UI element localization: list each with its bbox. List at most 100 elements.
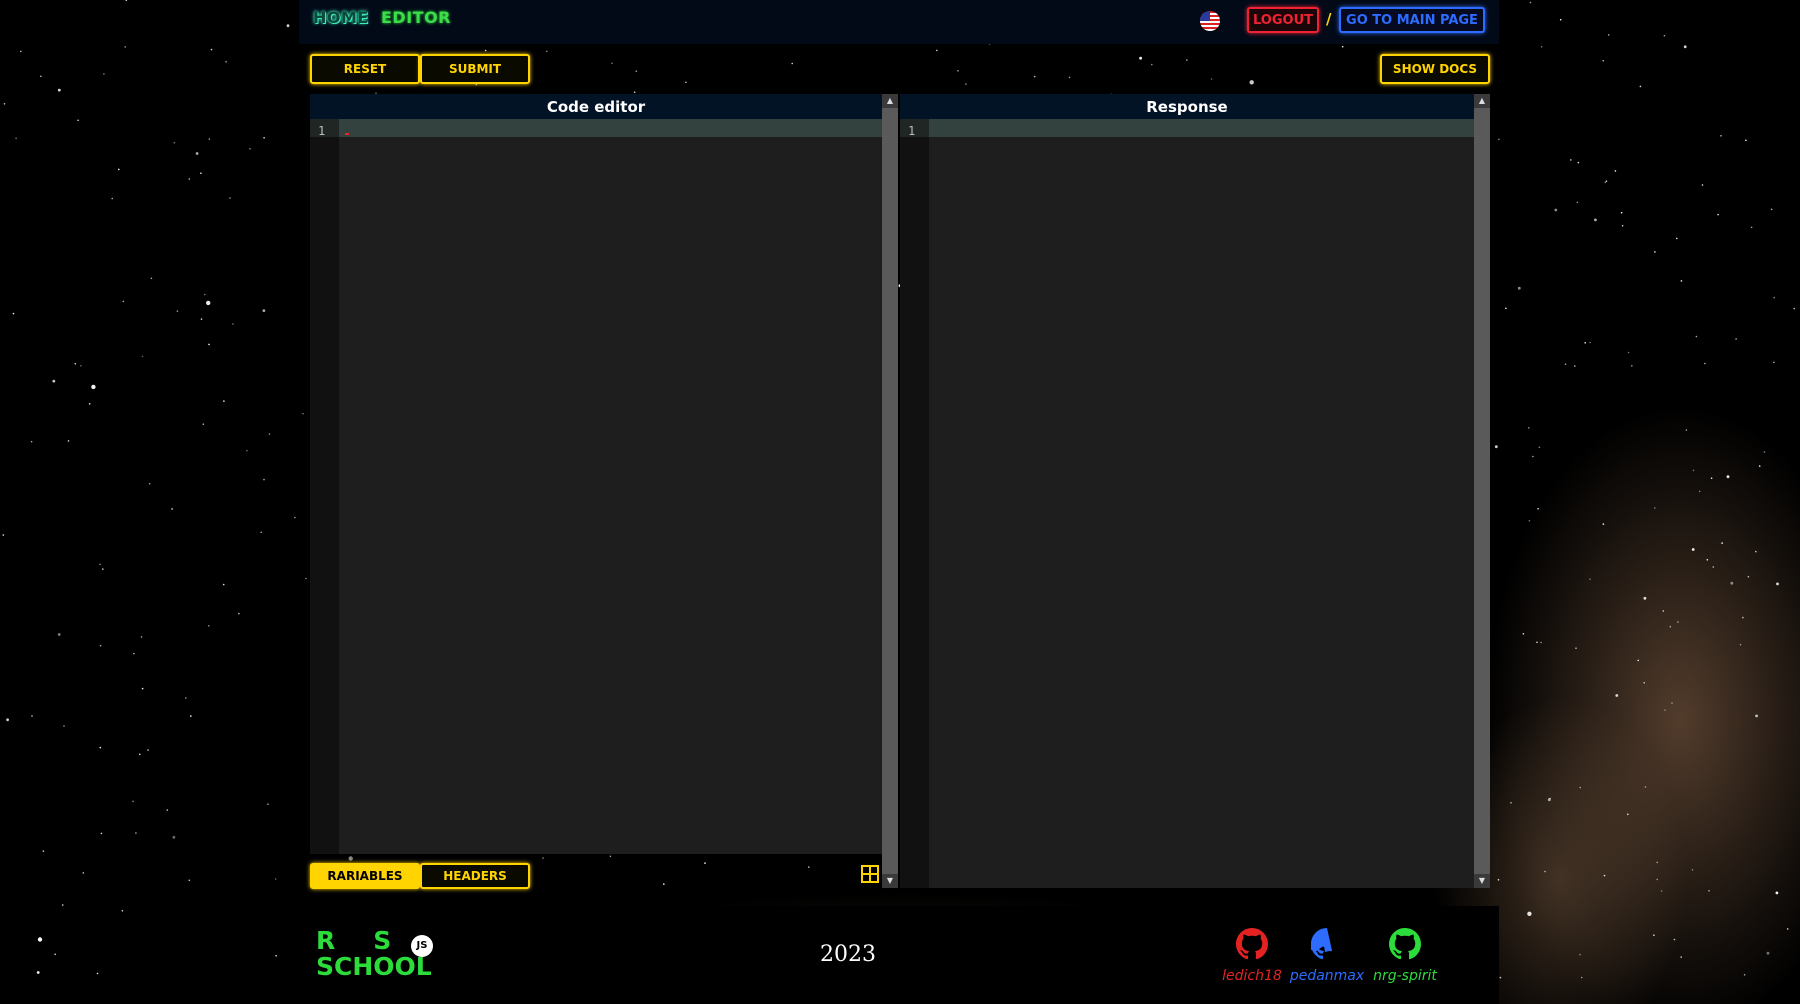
star [1706, 559, 1709, 561]
editor-active-line[interactable] [339, 119, 882, 137]
star [1692, 469, 1695, 472]
nav-editor-link[interactable]: Editor [381, 8, 451, 27]
star [249, 148, 251, 150]
rs-school-logo[interactable]: RS SCHOOL JS [316, 928, 446, 984]
github-icon [1389, 928, 1421, 960]
star [1721, 542, 1723, 544]
star [1712, 566, 1715, 568]
star [148, 482, 151, 485]
headers-tab[interactable]: Headers [420, 863, 530, 889]
star [207, 625, 210, 627]
code-editor-panel[interactable]: Code editor 1 ▲ [310, 94, 898, 854]
star [1549, 797, 1551, 800]
author-name-nrg-spirit[interactable]: nrg-spirit [1365, 968, 1445, 984]
star [40, 75, 42, 78]
response-scrollbar[interactable]: ▲ ▼ [1474, 94, 1490, 888]
star [188, 879, 191, 882]
editor-scrollbar[interactable]: ▲ [882, 94, 898, 854]
star [20, 50, 22, 53]
response-title: Response [900, 94, 1474, 119]
star [1615, 694, 1619, 697]
github-icon-path [1236, 928, 1268, 960]
star [135, 832, 137, 834]
star [1574, 365, 1576, 367]
scroll-up-arrow-icon[interactable]: ▲ [882, 94, 898, 108]
show-docs-button[interactable]: Show docs [1380, 54, 1490, 84]
scroll-down-arrow-icon[interactable]: ▼ [882, 874, 898, 888]
submit-button[interactable]: Submit [420, 54, 530, 84]
response-scroll-up-icon[interactable]: ▲ [1474, 94, 1490, 108]
star [124, 46, 126, 48]
star [63, 725, 65, 727]
star [238, 612, 240, 615]
star [1654, 251, 1656, 253]
star [57, 88, 61, 92]
star [268, 433, 271, 435]
star [1758, 465, 1761, 467]
star [1654, 507, 1656, 509]
star [246, 449, 248, 452]
response-scroll-down-icon[interactable]: ▼ [1474, 874, 1490, 888]
star [1605, 180, 1608, 182]
star [1653, 934, 1655, 936]
star [1576, 201, 1579, 204]
github-link-nrg-spirit[interactable]: nrg-spirit [1365, 928, 1445, 984]
star [67, 440, 70, 442]
star [1529, 1, 1532, 4]
star [99, 644, 102, 647]
star [1680, 956, 1682, 958]
author-name-ledich18[interactable]: ledich18 [1212, 968, 1292, 984]
star [1554, 208, 1558, 212]
star [275, 955, 277, 957]
star [1673, 938, 1676, 941]
response-gutter [900, 119, 929, 888]
star [1773, 361, 1775, 364]
star [1747, 575, 1750, 578]
go-to-main-page-button[interactable]: Go to main page [1339, 7, 1485, 33]
variables-tab[interactable]: Rariables [310, 863, 420, 889]
star [1743, 974, 1746, 976]
star [1602, 60, 1604, 62]
star [1577, 161, 1580, 164]
star [1584, 342, 1586, 344]
editor-scrollbar-bottom[interactable]: ▼ [882, 854, 898, 888]
editor-cursor [345, 133, 349, 135]
star [103, 73, 105, 75]
star [1656, 878, 1658, 881]
star [1717, 213, 1719, 216]
star [1536, 641, 1538, 644]
star [61, 904, 64, 906]
star [1663, 34, 1666, 37]
star [1627, 351, 1630, 354]
star [54, 953, 56, 956]
star [1589, 578, 1591, 580]
github-link-pedanmax[interactable]: pedanmax [1287, 928, 1367, 984]
star [150, 277, 153, 280]
star [190, 715, 192, 717]
star [1677, 621, 1679, 623]
star [1594, 218, 1597, 222]
author-name-pedanmax[interactable]: pedanmax [1287, 968, 1367, 984]
star [1580, 976, 1583, 979]
star [1607, 34, 1610, 36]
reset-button[interactable]: Reset [310, 54, 420, 84]
star [82, 872, 85, 874]
star [1517, 286, 1521, 290]
us-flag-icon[interactable] [1200, 11, 1220, 31]
expand-plus-icon[interactable] [861, 865, 879, 883]
footer: RS SCHOOL JS 2023 ledich18 pedanmax nrg-… [299, 906, 1499, 1004]
star [188, 178, 191, 180]
editor-gutter [310, 119, 339, 854]
star [1750, 226, 1753, 229]
star [31, 715, 33, 717]
star [263, 137, 265, 139]
star [166, 809, 169, 811]
star [229, 197, 231, 199]
logout-button[interactable]: Logout [1247, 7, 1319, 33]
star [37, 937, 43, 942]
star [1627, 813, 1629, 816]
github-link-ledich18[interactable]: ledich18 [1212, 928, 1292, 984]
star [262, 309, 266, 312]
nav-home-link[interactable]: Home [313, 8, 369, 27]
star [1770, 208, 1773, 211]
